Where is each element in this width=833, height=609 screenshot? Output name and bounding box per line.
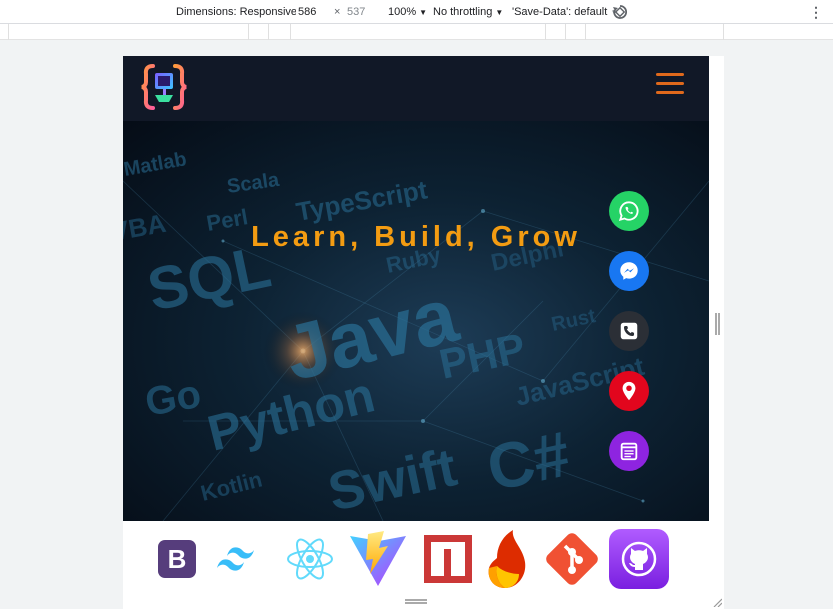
save-data-dropdown[interactable]: 'Save-Data': default ▼ — [512, 0, 618, 24]
media-query-ruler — [0, 24, 833, 40]
firebase-logo-icon — [483, 529, 535, 589]
whatsapp-button[interactable] — [609, 191, 649, 231]
caret-down-icon: ▼ — [495, 8, 504, 17]
dimensions-label: Dimensions: Responsive — [176, 6, 298, 18]
hamburger-line — [656, 82, 684, 85]
bg-word: Go — [142, 372, 204, 425]
bg-word: Swift — [323, 437, 462, 521]
ruler-segment[interactable] — [723, 24, 833, 40]
devtools-device-toolbar: Dimensions: Responsive▼ 586 × 537 100%▼ … — [0, 0, 833, 24]
ruler-segment[interactable] — [290, 24, 545, 40]
height-input[interactable]: 537 — [345, 4, 377, 20]
resize-handle-right[interactable] — [715, 313, 720, 335]
tech-stack-bar: B — [123, 521, 709, 609]
width-input[interactable]: 586 — [296, 4, 328, 20]
hamburger-line — [656, 73, 684, 76]
bg-word: Matlab — [123, 148, 188, 181]
throttling-dropdown[interactable]: No throttling ▼ — [433, 0, 503, 24]
bg-word: TypeScript — [294, 174, 430, 227]
resize-handle-corner-icon[interactable] — [712, 594, 723, 608]
ruler-segment[interactable] — [545, 24, 565, 40]
phone-icon — [620, 322, 638, 340]
ruler-segment[interactable] — [8, 24, 248, 40]
bg-word: Rust — [549, 305, 597, 336]
notepad-icon — [620, 442, 638, 461]
throttling-label: No throttling — [433, 6, 493, 18]
hamburger-menu-icon[interactable] — [656, 73, 686, 95]
more-vert-icon[interactable]: ⋮ — [809, 0, 823, 24]
resize-handle-bottom[interactable] — [405, 599, 427, 604]
ruler-segment[interactable] — [565, 24, 585, 40]
notes-button[interactable] — [609, 431, 649, 471]
zoom-label: 100% — [388, 6, 417, 18]
location-button[interactable] — [609, 371, 649, 411]
npm-logo-icon — [424, 529, 472, 589]
code-braces-logo[interactable] — [141, 62, 187, 112]
github-logo-icon — [609, 529, 669, 589]
bg-word: Java — [276, 270, 466, 398]
hamburger-line — [656, 91, 684, 94]
times-symbol: × — [334, 6, 341, 18]
react-logo-icon — [286, 529, 334, 589]
vite-logo-icon — [348, 529, 408, 589]
zoom-dropdown[interactable]: 100% ▼ — [388, 0, 427, 24]
ruler-segment[interactable] — [585, 24, 723, 40]
save-data-label: 'Save-Data': default — [512, 6, 608, 18]
bg-word: Kotlin — [198, 467, 265, 506]
bg-word: Scala — [226, 169, 282, 198]
phone-button[interactable] — [609, 311, 649, 351]
messenger-button[interactable] — [609, 251, 649, 291]
dimensions-dropdown[interactable]: Dimensions: Responsive▼ — [176, 0, 308, 24]
site-navbar — [123, 56, 709, 121]
caret-down-icon: ▼ — [419, 8, 428, 17]
hero-section: Matlab Scala Perl TypeScript VBA SQL Rub… — [123, 121, 709, 521]
ruler-segment[interactable] — [268, 24, 290, 40]
git-logo-icon — [543, 529, 601, 589]
map-pin-icon — [622, 381, 636, 401]
whatsapp-icon — [618, 201, 639, 222]
emulated-viewport: Matlab Scala Perl TypeScript VBA SQL Rub… — [123, 56, 709, 609]
bootstrap-letter: B — [158, 540, 196, 578]
bg-word: C# — [481, 417, 576, 504]
rotate-icon[interactable] — [612, 4, 628, 20]
bootstrap-logo-icon: B — [157, 529, 197, 589]
messenger-icon — [620, 262, 638, 280]
tailwind-logo-icon — [215, 529, 261, 589]
ruler-segment[interactable] — [248, 24, 268, 40]
